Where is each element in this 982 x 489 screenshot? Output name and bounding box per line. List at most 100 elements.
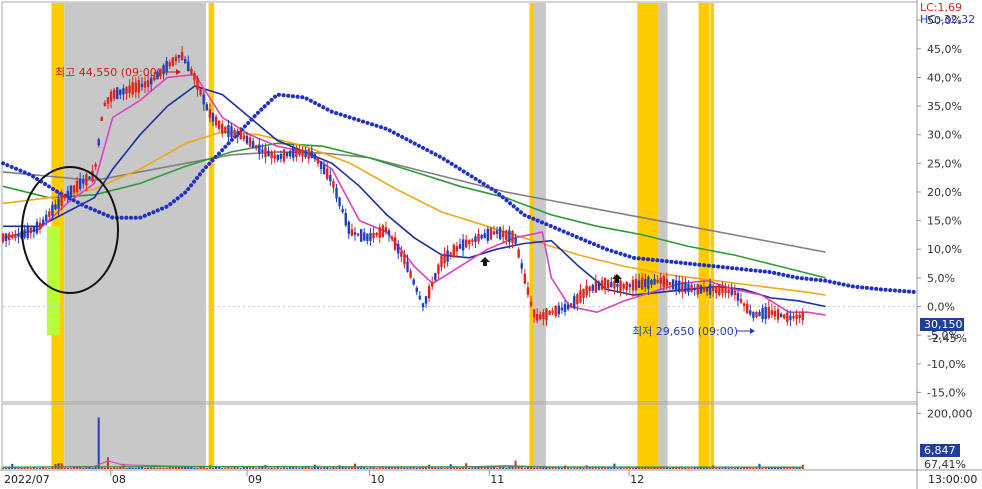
price-tag-label: 30,150 xyxy=(924,318,963,331)
volume-bar xyxy=(165,467,168,469)
volume-bar xyxy=(604,467,607,469)
volume-bar xyxy=(221,468,224,469)
candle-body xyxy=(532,309,536,318)
candle-body xyxy=(412,279,415,285)
candle-body xyxy=(718,284,721,295)
volume-bar xyxy=(66,468,69,469)
candle-body xyxy=(505,230,508,240)
volume-bar xyxy=(218,467,221,469)
candle-body xyxy=(1,233,5,242)
volume-bar xyxy=(286,467,289,469)
candle-body xyxy=(316,157,320,164)
volume-bar xyxy=(690,468,693,469)
volume-bar xyxy=(147,467,150,469)
x-tick-label: 11 xyxy=(490,473,504,486)
volume-bar xyxy=(641,467,644,469)
candle-body xyxy=(174,56,178,62)
volume-bar xyxy=(103,467,106,469)
volume-bar xyxy=(752,467,755,469)
candle-body xyxy=(338,197,341,207)
candle-body xyxy=(326,168,329,179)
candle-body xyxy=(471,239,474,242)
volume-bar xyxy=(727,467,730,469)
volume-bar xyxy=(570,468,573,469)
candle-body xyxy=(511,231,514,243)
candle-body xyxy=(712,287,715,292)
candle-body xyxy=(696,284,699,295)
candle-body xyxy=(576,294,579,305)
volume-bar xyxy=(137,467,140,469)
candle-body xyxy=(458,244,462,249)
candle-body xyxy=(131,82,134,95)
volume-bar xyxy=(140,467,143,469)
volume-bar xyxy=(505,468,508,469)
candle-body xyxy=(319,161,323,170)
volume-bar xyxy=(780,467,783,469)
candle-body xyxy=(97,139,100,146)
candle-body xyxy=(273,154,276,159)
candle-body xyxy=(38,222,42,229)
candle-body xyxy=(285,152,289,157)
candle-body xyxy=(801,311,804,321)
candle-body xyxy=(23,229,26,238)
candle-body xyxy=(628,284,632,287)
candle-body xyxy=(733,290,737,296)
candle-body xyxy=(783,314,786,319)
volume-bar xyxy=(798,467,801,469)
candle-body xyxy=(758,311,761,317)
volume-bar xyxy=(403,467,406,469)
highlight-band xyxy=(658,3,668,469)
volume-bar xyxy=(279,468,282,469)
candle-body xyxy=(770,310,774,315)
candle-body xyxy=(421,303,425,308)
candle-body xyxy=(109,91,113,102)
candle-body xyxy=(150,78,153,85)
candle-body xyxy=(767,307,770,318)
candle-body xyxy=(11,234,14,238)
candle-body xyxy=(548,310,551,316)
candle-body xyxy=(14,233,17,238)
volume-bar xyxy=(205,468,208,469)
volume-bar xyxy=(73,467,76,469)
volume-bar xyxy=(125,468,128,469)
candle-body xyxy=(63,195,66,199)
candle-body xyxy=(446,250,449,262)
candle-body xyxy=(282,149,286,162)
price-tick-label: 40,0% xyxy=(927,71,962,84)
candle-body xyxy=(773,310,777,317)
candle-body xyxy=(739,298,743,303)
candle-body xyxy=(307,149,310,159)
candle-body xyxy=(535,314,539,321)
candle-body xyxy=(779,313,783,318)
volume-bar xyxy=(557,467,560,469)
volume-bar xyxy=(249,467,252,469)
candle-body xyxy=(789,315,792,320)
candle-body xyxy=(678,280,681,293)
candle-body xyxy=(137,80,141,93)
high-label: 최고 44,550 (09:00) xyxy=(55,66,161,79)
volume-bar xyxy=(45,467,48,469)
candle-body xyxy=(526,287,530,295)
candle-body xyxy=(427,286,431,299)
candle-body xyxy=(755,311,758,318)
price-tick-label: -15,0% xyxy=(927,386,966,399)
candle-body xyxy=(103,102,107,106)
candle-body xyxy=(508,230,511,243)
price-tick-label: 25,0% xyxy=(927,157,962,170)
candle-body xyxy=(551,310,554,314)
candle-body xyxy=(128,85,131,94)
volume-ma-line xyxy=(2,465,803,468)
candle-body xyxy=(502,230,505,238)
candle-body xyxy=(619,280,622,292)
candle-body xyxy=(32,226,36,232)
volume-bar xyxy=(446,467,449,469)
volume-bar xyxy=(82,468,85,469)
volume-bar xyxy=(366,467,369,469)
volume-bar xyxy=(29,467,32,469)
candle-body xyxy=(464,239,468,248)
candle-body xyxy=(356,233,360,236)
candle-body xyxy=(301,149,304,157)
candle-body xyxy=(542,312,545,319)
stock-chart[interactable]: 50,0%45,0%40,0%35,0%30,0%25,0%20,0%15,0%… xyxy=(0,0,982,489)
volume-bar xyxy=(489,467,492,469)
